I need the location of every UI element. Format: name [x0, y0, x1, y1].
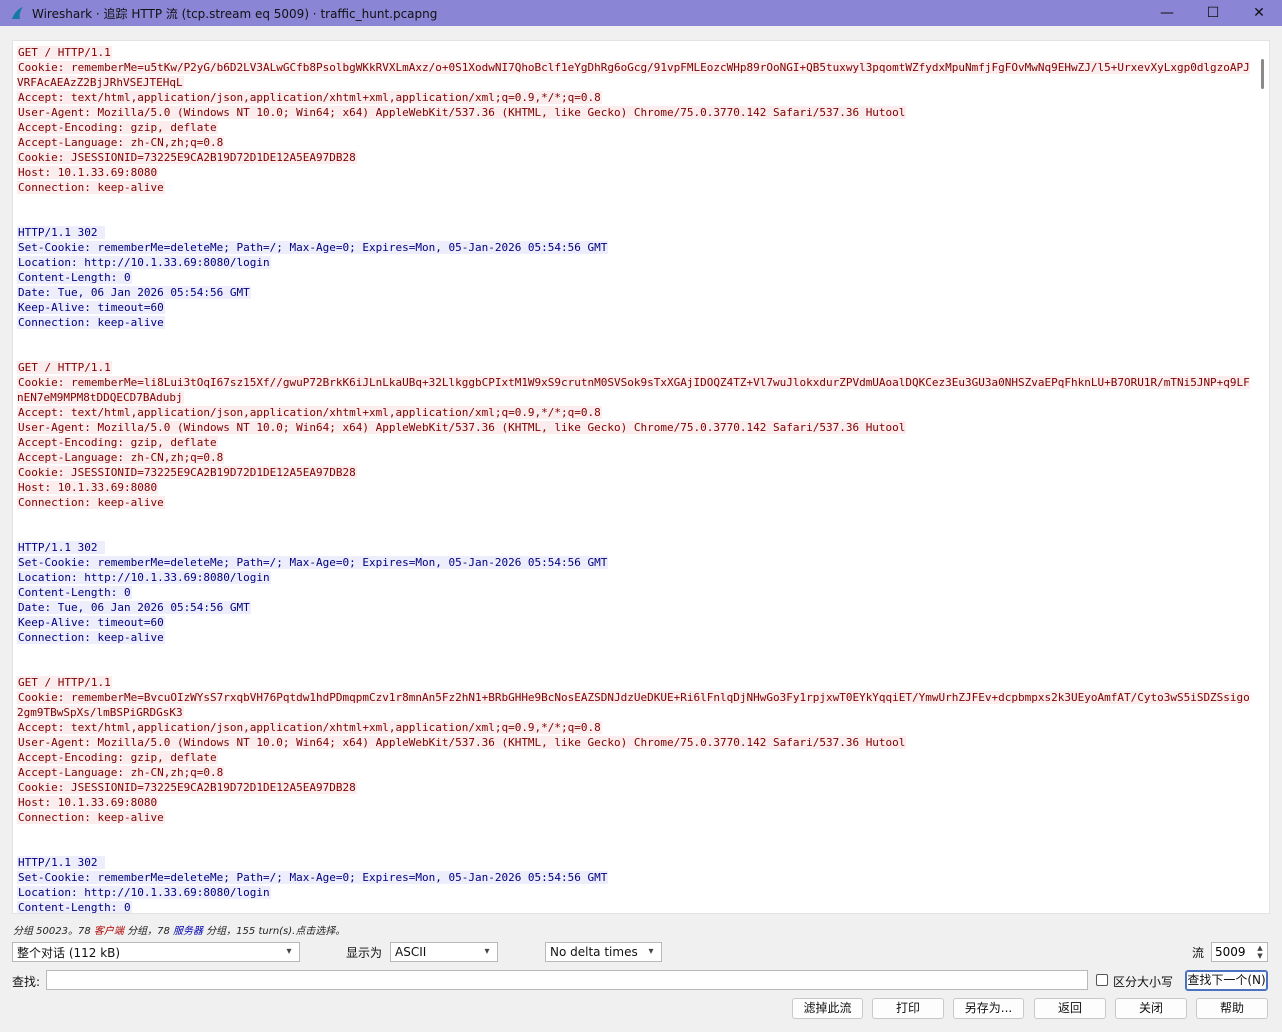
- conversation-select[interactable]: 整个对话 (112 kB) ▾: [12, 942, 300, 962]
- server-line: Content-Length: 0: [17, 271, 132, 284]
- client-line: Accept-Encoding: gzip, deflate: [17, 121, 218, 134]
- server-line: Location: http://10.1.33.69:8080/login: [17, 256, 271, 269]
- window-title: Wireshark · 追踪 HTTP 流 (tcp.stream eq 500…: [32, 6, 438, 21]
- title-bar: Wireshark · 追踪 HTTP 流 (tcp.stream eq 500…: [0, 0, 1282, 26]
- server-line: Keep-Alive: timeout=60: [17, 616, 165, 629]
- wireshark-fin-icon: [12, 7, 23, 19]
- client-line: Accept: text/html,application/json,appli…: [17, 91, 602, 104]
- save-as-button[interactable]: 另存为...: [953, 998, 1024, 1019]
- client-line: GET / HTTP/1.1: [17, 676, 112, 689]
- client-line: Connection: keep-alive: [17, 181, 165, 194]
- server-line: HTTP/1.1 302: [17, 226, 106, 239]
- client-line: Accept: text/html,application/json,appli…: [17, 721, 602, 734]
- find-input[interactable]: [46, 970, 1088, 990]
- block-gap: [17, 510, 1255, 540]
- server-line: Date: Tue, 06 Jan 2026 05:54:56 GMT: [17, 286, 251, 299]
- server-line: Connection: keep-alive: [17, 631, 165, 644]
- block-gap: [17, 645, 1255, 675]
- client-line: Accept: text/html,application/json,appli…: [17, 406, 602, 419]
- client-line: GET / HTTP/1.1: [17, 361, 112, 374]
- client-line: Host: 10.1.33.69:8080: [17, 166, 159, 179]
- client-line: Accept-Language: zh-CN,zh;q=0.8: [17, 136, 225, 149]
- block-gap: [17, 825, 1255, 855]
- server-line: Set-Cookie: rememberMe=deleteMe; Path=/;…: [17, 241, 609, 254]
- show-as-select[interactable]: ASCII ▾: [390, 942, 498, 962]
- server-line: Content-Length: 0: [17, 586, 132, 599]
- client-line: Connection: keep-alive: [17, 811, 165, 824]
- stream-summary: 分组 50023。78 客户端 分组，78 服务器 分组，155 turn(s)…: [13, 926, 346, 937]
- server-line: Location: http://10.1.33.69:8080/login: [17, 886, 271, 899]
- chevron-down-icon: ▾: [648, 946, 654, 957]
- client-label: 客户端: [93, 926, 124, 937]
- client-line: User-Agent: Mozilla/5.0 (Windows NT 10.0…: [17, 421, 907, 434]
- client-line: Connection: keep-alive: [17, 496, 165, 509]
- stream-label: 流: [1192, 946, 1205, 960]
- client-line: Cookie: JSESSIONID=73225E9CA2B19D72D1DE1…: [17, 466, 357, 479]
- client-line: GET / HTTP/1.1: [17, 46, 112, 59]
- find-next-button[interactable]: 查找下一个(N): [1185, 970, 1268, 991]
- help-button[interactable]: 帮助: [1196, 998, 1268, 1019]
- minimize-button[interactable]: —: [1144, 0, 1190, 26]
- spin-arrows-icon[interactable]: ▲ ▼: [1255, 944, 1265, 960]
- chevron-down-icon: ▾: [484, 946, 490, 957]
- client-line: Accept-Encoding: gzip, deflate: [17, 751, 218, 764]
- stream-number-spinbox[interactable]: 5009 ▲ ▼: [1211, 942, 1268, 962]
- chevron-down-icon: ▾: [286, 946, 292, 957]
- server-line: Location: http://10.1.33.69:8080/login: [17, 571, 271, 584]
- filter-out-button[interactable]: 滤掉此流: [792, 998, 863, 1019]
- client-line: Cookie: JSESSIONID=73225E9CA2B19D72D1DE1…: [17, 781, 357, 794]
- server-line: Set-Cookie: rememberMe=deleteMe; Path=/;…: [17, 556, 609, 569]
- back-button[interactable]: 返回: [1034, 998, 1106, 1019]
- client-line: Cookie: JSESSIONID=73225E9CA2B19D72D1DE1…: [17, 151, 357, 164]
- window-controls: — ☐ ✕: [1144, 0, 1282, 26]
- case-sensitive-checkbox[interactable]: [1096, 974, 1108, 986]
- client-line: Cookie: rememberMe=u5tKw/P2yG/b6D2LV3ALw…: [17, 61, 1250, 89]
- close-window-button[interactable]: ✕: [1236, 0, 1282, 26]
- block-gap: [17, 330, 1255, 360]
- maximize-button[interactable]: ☐: [1190, 0, 1236, 26]
- server-line: Set-Cookie: rememberMe=deleteMe; Path=/;…: [17, 871, 609, 884]
- case-sensitive-label: 区分大小写: [1113, 975, 1174, 989]
- close-button[interactable]: 关闭: [1115, 998, 1187, 1019]
- client-line: Accept-Encoding: gzip, deflate: [17, 436, 218, 449]
- server-line: HTTP/1.1 302: [17, 856, 106, 869]
- client-line: Accept-Language: zh-CN,zh;q=0.8: [17, 451, 225, 464]
- stream-text-pane[interactable]: GET / HTTP/1.1 Cookie: rememberMe=u5tKw/P…: [12, 40, 1270, 914]
- client-line: Cookie: rememberMe=li8Lui3tOqI67sz15Xf//…: [17, 376, 1250, 404]
- server-line: Date: Tue, 06 Jan 2026 05:54:56 GMT: [17, 601, 251, 614]
- server-line: Keep-Alive: timeout=60: [17, 301, 165, 314]
- client-line: User-Agent: Mozilla/5.0 (Windows NT 10.0…: [17, 106, 907, 119]
- client-line: User-Agent: Mozilla/5.0 (Windows NT 10.0…: [17, 736, 907, 749]
- delta-times-select[interactable]: No delta times ▾: [545, 942, 662, 962]
- client-line: Cookie: rememberMe=BvcuOIzWYsS7rxqbVH76P…: [17, 691, 1250, 719]
- vertical-scrollbar[interactable]: [1254, 41, 1268, 913]
- server-line: Connection: keep-alive: [17, 316, 165, 329]
- show-as-label: 显示为: [346, 946, 383, 960]
- client-line: Accept-Language: zh-CN,zh;q=0.8: [17, 766, 225, 779]
- client-line: Host: 10.1.33.69:8080: [17, 796, 159, 809]
- stream-content[interactable]: GET / HTTP/1.1 Cookie: rememberMe=u5tKw/P…: [17, 45, 1255, 914]
- scrollbar-thumb[interactable]: [1261, 59, 1264, 89]
- server-line: HTTP/1.1 302: [17, 541, 106, 554]
- block-gap: [17, 195, 1255, 225]
- server-line: Content-Length: 0: [17, 901, 132, 914]
- print-button[interactable]: 打印: [872, 998, 944, 1019]
- client-line: Host: 10.1.33.69:8080: [17, 481, 159, 494]
- find-label: 查找:: [12, 975, 41, 989]
- server-label: 服务器: [173, 926, 203, 937]
